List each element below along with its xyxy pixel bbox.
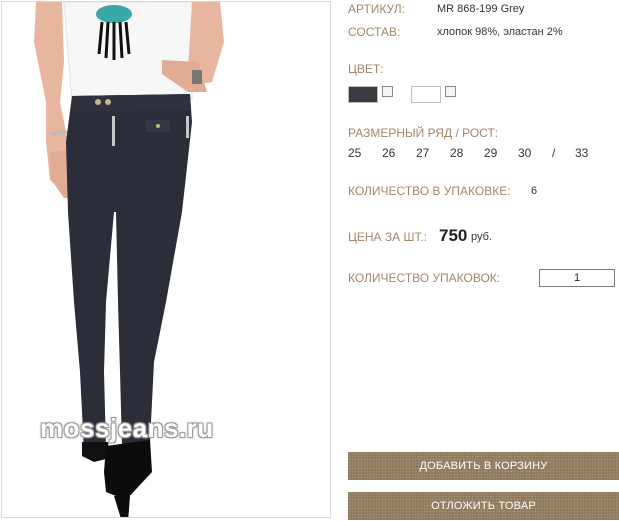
size-item: 29 xyxy=(484,146,498,160)
color-checkbox-dark-grey[interactable] xyxy=(382,86,393,97)
pack-quantity-value: 6 xyxy=(531,185,538,197)
price-currency: руб. xyxy=(471,231,492,243)
postpone-button[interactable]: ОТЛОЖИТЬ ТОВАР xyxy=(348,492,619,520)
size-item: 30 xyxy=(518,146,532,160)
color-checkbox-white[interactable] xyxy=(445,86,456,97)
product-photo[interactable]: mossjeans.ru xyxy=(1,1,331,518)
article-value: MR 868-199 Grey xyxy=(437,3,525,15)
composition-label: СОСТАВ: xyxy=(348,25,401,39)
size-item: 26 xyxy=(382,146,396,160)
price-value: 750 xyxy=(439,226,468,245)
price-label: ЦЕНА ЗА ШТ.: xyxy=(348,230,428,244)
size-separator: / xyxy=(552,146,556,160)
add-to-cart-button[interactable]: ДОБАВИТЬ В КОРЗИНУ xyxy=(348,452,619,480)
packs-quantity-label: КОЛИЧЕСТВО УПАКОВОК: xyxy=(348,271,501,285)
sizes-label: РАЗМЕРНЫЙ РЯД / РОСТ: xyxy=(348,126,499,140)
size-item: 27 xyxy=(416,146,430,160)
pack-quantity-label: КОЛИЧЕСТВО В УПАКОВКЕ: xyxy=(348,184,511,198)
size-item: 28 xyxy=(450,146,464,160)
composition-value: хлопок 98%, эластан 2% xyxy=(437,26,563,38)
color-swatch-dark-grey[interactable] xyxy=(348,86,378,103)
size-item: 33 xyxy=(575,146,589,160)
color-swatch-white[interactable] xyxy=(411,86,441,103)
color-label: ЦВЕТ: xyxy=(348,62,384,76)
size-item: 25 xyxy=(348,146,362,160)
article-label: АРТИКУЛ: xyxy=(348,2,405,16)
packs-quantity-input[interactable] xyxy=(539,269,615,287)
watermark-text: mossjeans.ru xyxy=(40,413,214,443)
